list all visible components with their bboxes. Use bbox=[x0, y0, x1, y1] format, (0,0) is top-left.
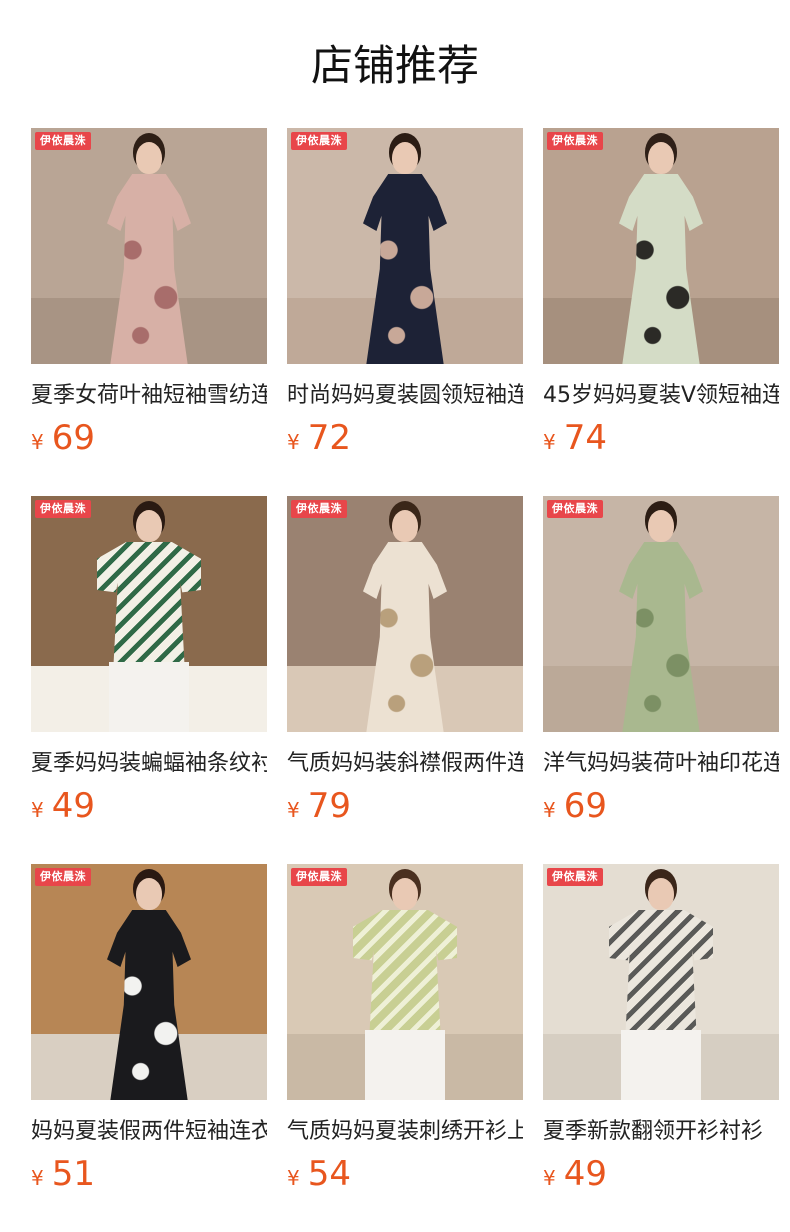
brand-logo: 伊依晨洙 bbox=[547, 500, 603, 518]
product-image[interactable]: 伊依晨洙 bbox=[31, 496, 267, 732]
product-image[interactable]: 伊依晨洙 bbox=[543, 496, 779, 732]
currency-symbol: ¥ bbox=[31, 430, 44, 454]
product-card[interactable]: 伊依晨洙洋气妈妈装荷叶袖印花连衣裙 ¥69 bbox=[543, 496, 779, 864]
currency-symbol: ¥ bbox=[31, 798, 44, 822]
brand-logo: 伊依晨洙 bbox=[291, 132, 347, 150]
currency-symbol: ¥ bbox=[543, 798, 556, 822]
product-price: ¥69 bbox=[31, 420, 267, 456]
product-price: ¥51 bbox=[31, 1156, 267, 1192]
brand-logo: 伊依晨洙 bbox=[291, 500, 347, 518]
product-card[interactable]: 伊依晨洙 45岁妈妈夏装V领短袖连衣裙 ¥74 bbox=[543, 128, 779, 496]
section-title: 店铺推荐 bbox=[310, 41, 479, 90]
brand-logo: 伊依晨洙 bbox=[35, 500, 91, 518]
price-value: 74 bbox=[563, 418, 607, 458]
price-value: 49 bbox=[563, 1154, 607, 1194]
currency-symbol: ¥ bbox=[287, 798, 300, 822]
product-name[interactable]: 气质妈妈装斜襟假两件连衣裙 bbox=[287, 750, 523, 778]
price-value: 72 bbox=[307, 418, 351, 458]
recommend-page: 店铺推荐 伊依晨洙夏季女荷叶袖短袖雪纺连衣裙¥69伊依晨洙时尚妈妈夏装圆领短袖连… bbox=[0, 0, 790, 1232]
brand-logo: 伊依晨洙 bbox=[35, 132, 91, 150]
product-card[interactable]: 伊依晨洙夏季女荷叶袖短袖雪纺连衣裙 ¥69 bbox=[31, 128, 267, 496]
product-image[interactable]: 伊依晨洙 bbox=[31, 128, 267, 364]
currency-symbol: ¥ bbox=[543, 1166, 556, 1190]
product-image[interactable]: 伊依晨洙 bbox=[31, 864, 267, 1100]
product-name[interactable]: 45岁妈妈夏装V领短袖连衣裙 bbox=[543, 382, 779, 410]
price-value: 54 bbox=[307, 1154, 351, 1194]
currency-symbol: ¥ bbox=[543, 430, 556, 454]
product-price: ¥79 bbox=[287, 788, 523, 824]
price-value: 49 bbox=[51, 786, 95, 826]
product-name[interactable]: 夏季新款翻领开衫衬衫 bbox=[543, 1118, 779, 1146]
product-price: ¥69 bbox=[543, 788, 779, 824]
product-card[interactable]: 伊依晨洙夏季新款翻领开衫衬衫 ¥49 bbox=[543, 864, 779, 1232]
brand-logo: 伊依晨洙 bbox=[547, 868, 603, 886]
product-card[interactable]: 伊依晨洙夏季妈妈装蝙蝠袖条纹衬衫 ¥49 bbox=[31, 496, 267, 864]
brand-logo: 伊依晨洙 bbox=[35, 868, 91, 886]
product-card[interactable]: 伊依晨洙气质妈妈夏装刺绣开衫上衣 ¥54 bbox=[287, 864, 523, 1232]
currency-symbol: ¥ bbox=[287, 1166, 300, 1190]
currency-symbol: ¥ bbox=[287, 430, 300, 454]
product-image[interactable]: 伊依晨洙 bbox=[543, 864, 779, 1100]
product-image[interactable]: 伊依晨洙 bbox=[287, 128, 523, 364]
product-price: ¥72 bbox=[287, 420, 523, 456]
product-card[interactable]: 伊依晨洙妈妈夏装假两件短袖连衣裙 ¥51 bbox=[31, 864, 267, 1232]
product-name[interactable]: 气质妈妈夏装刺绣开衫上衣 bbox=[287, 1118, 523, 1146]
brand-logo: 伊依晨洙 bbox=[291, 868, 347, 886]
product-image[interactable]: 伊依晨洙 bbox=[287, 864, 523, 1100]
product-price: ¥49 bbox=[31, 788, 267, 824]
currency-symbol: ¥ bbox=[31, 1166, 44, 1190]
price-value: 51 bbox=[51, 1154, 95, 1194]
price-value: 79 bbox=[307, 786, 351, 826]
product-price: ¥49 bbox=[543, 1156, 779, 1192]
product-name[interactable]: 洋气妈妈装荷叶袖印花连衣裙 bbox=[543, 750, 779, 778]
product-price: ¥74 bbox=[543, 420, 779, 456]
product-card[interactable]: 伊依晨洙时尚妈妈夏装圆领短袖连衣裙 ¥72 bbox=[287, 128, 523, 496]
product-image[interactable]: 伊依晨洙 bbox=[287, 496, 523, 732]
product-image[interactable]: 伊依晨洙 bbox=[543, 128, 779, 364]
product-name[interactable]: 时尚妈妈夏装圆领短袖连衣裙 bbox=[287, 382, 523, 410]
price-value: 69 bbox=[51, 418, 95, 458]
product-name[interactable]: 妈妈夏装假两件短袖连衣裙 bbox=[31, 1118, 267, 1146]
product-price: ¥54 bbox=[287, 1156, 523, 1192]
price-value: 69 bbox=[563, 786, 607, 826]
brand-logo: 伊依晨洙 bbox=[547, 132, 603, 150]
product-grid: 伊依晨洙夏季女荷叶袖短袖雪纺连衣裙¥69伊依晨洙时尚妈妈夏装圆领短袖连衣裙¥72… bbox=[31, 128, 779, 1232]
product-name[interactable]: 夏季妈妈装蝙蝠袖条纹衬衫 bbox=[31, 750, 267, 778]
product-card[interactable]: 伊依晨洙气质妈妈装斜襟假两件连衣裙 ¥79 bbox=[287, 496, 523, 864]
product-name[interactable]: 夏季女荷叶袖短袖雪纺连衣裙 bbox=[31, 382, 267, 410]
